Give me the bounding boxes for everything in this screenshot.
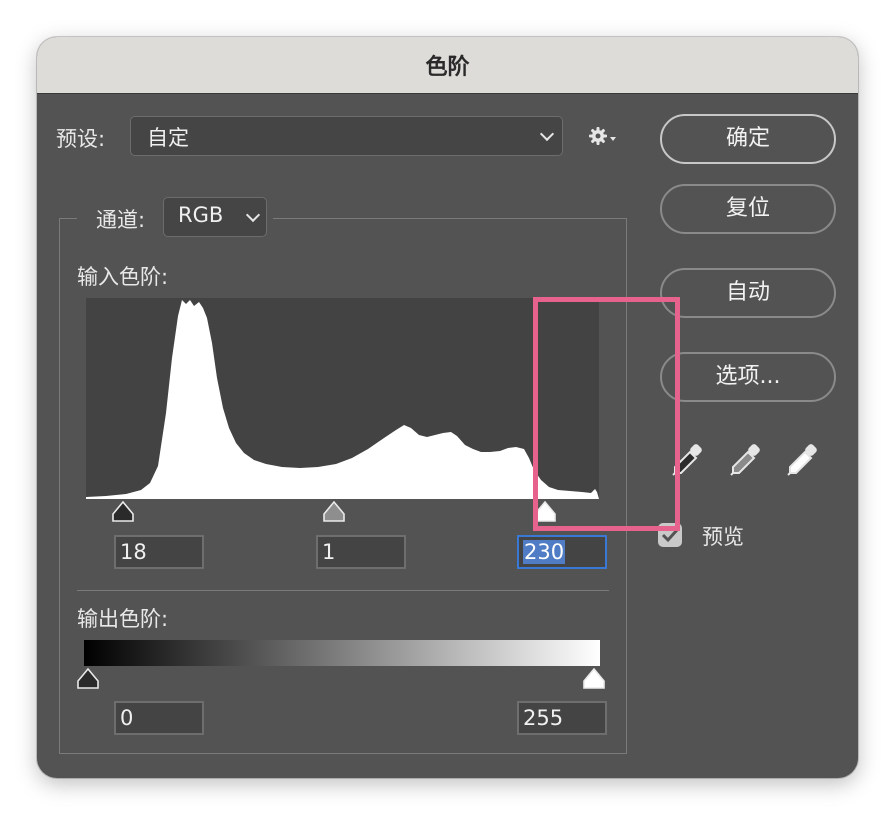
input-white-field[interactable]: 230 — [517, 535, 607, 569]
dialog-title: 色阶 — [425, 55, 470, 80]
section-divider — [77, 590, 609, 591]
channel-select[interactable]: RGB — [163, 197, 267, 237]
output-white-slider[interactable] — [582, 668, 606, 690]
checkmark-icon — [661, 528, 679, 543]
eyedropper-white-icon[interactable] — [784, 443, 820, 479]
channel-label: 通道: — [96, 208, 146, 232]
preview-label: 预览 — [702, 525, 744, 549]
output-black-field[interactable]: 0 — [114, 701, 204, 735]
output-levels-label: 输出色阶: — [77, 607, 169, 631]
input-white-value: 230 — [523, 540, 566, 564]
chevron-down-icon — [245, 207, 261, 223]
title-bar[interactable]: 色阶 — [37, 37, 858, 94]
eyedropper-gray-icon[interactable] — [727, 443, 763, 479]
preview-checkbox[interactable] — [658, 523, 682, 547]
reset-button[interactable]: 复位 — [660, 184, 836, 234]
input-levels-label: 输入色阶: — [77, 265, 169, 289]
input-gamma-field[interactable]: 1 — [316, 535, 406, 569]
channel-value: RGB — [178, 203, 224, 227]
options-button[interactable]: 选项... — [660, 352, 836, 402]
input-black-field[interactable]: 18 — [114, 535, 204, 569]
chevron-down-icon — [539, 126, 555, 142]
output-black-slider[interactable] — [76, 668, 100, 690]
preset-label: 预设: — [56, 127, 106, 151]
levels-dialog: 色阶 预设: 自定 确定 复位 自动 选项... 预览 通道: RGB 输入色阶… — [37, 37, 858, 778]
input-white-slider[interactable] — [533, 501, 557, 523]
output-white-field[interactable]: 255 — [517, 701, 607, 735]
eyedropper-black-icon[interactable] — [669, 443, 705, 479]
input-black-slider[interactable] — [111, 501, 135, 523]
histogram — [86, 298, 599, 499]
output-gradient-bar — [84, 640, 600, 666]
input-gamma-slider[interactable] — [322, 501, 346, 523]
preset-value: 自定 — [147, 126, 189, 150]
gear-icon[interactable] — [588, 126, 618, 146]
preset-select[interactable]: 自定 — [130, 116, 563, 156]
ok-button[interactable]: 确定 — [660, 114, 836, 164]
auto-button[interactable]: 自动 — [660, 268, 836, 318]
